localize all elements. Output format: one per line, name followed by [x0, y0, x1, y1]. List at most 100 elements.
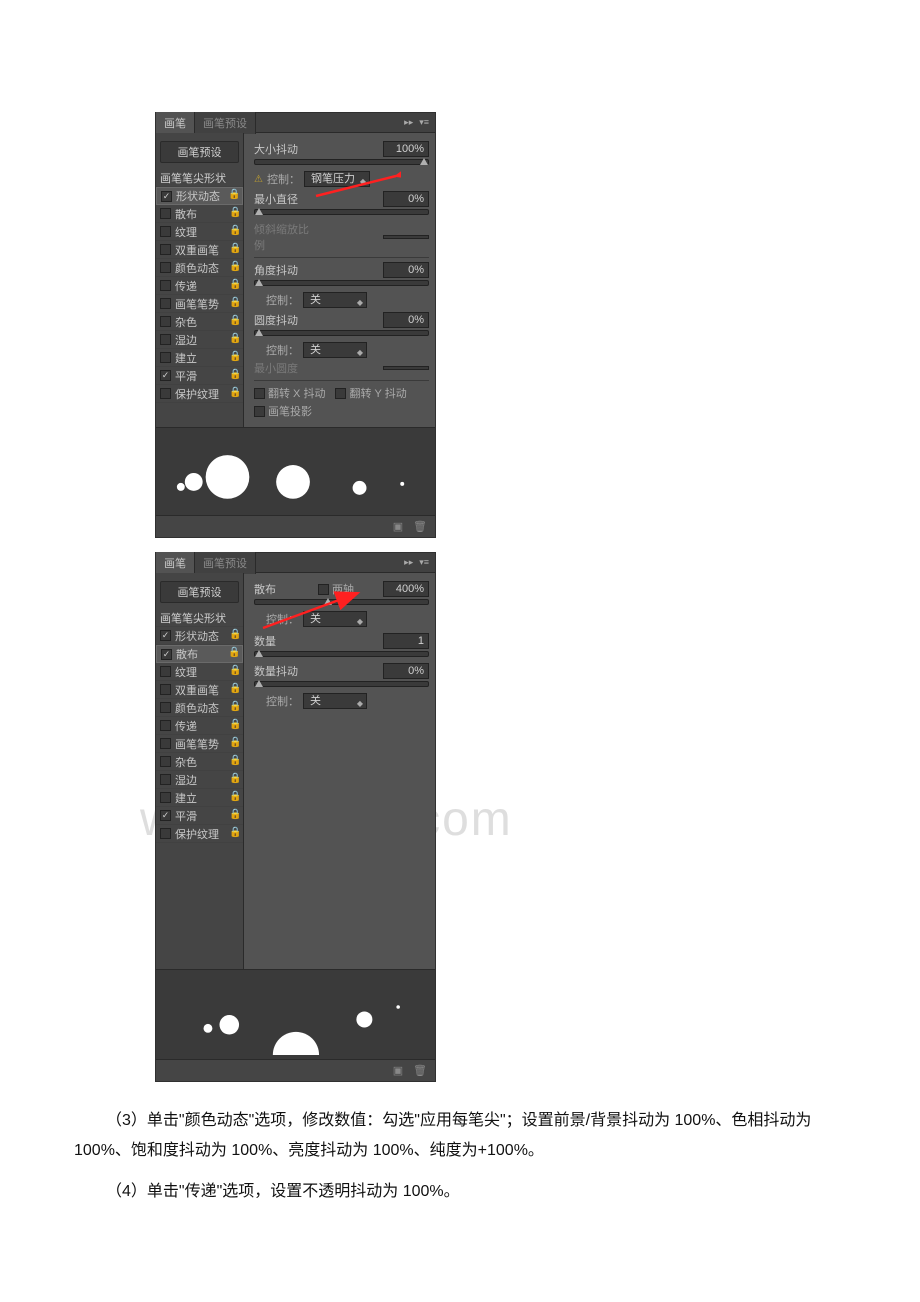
- sidebar-item-texture[interactable]: 纹理🔒: [156, 663, 243, 681]
- sidebar-item-shape-dynamics[interactable]: 形状动态 🔒: [156, 187, 243, 205]
- lock-icon[interactable]: 🔒: [229, 388, 239, 400]
- scatter-slider[interactable]: [254, 599, 429, 605]
- size-control-dropdown[interactable]: 钢笔压力◆: [304, 171, 370, 187]
- sidebar-item-transfer[interactable]: 传递🔒: [156, 717, 243, 735]
- new-preset-icon[interactable]: ▣: [391, 520, 405, 534]
- count-jitter-slider[interactable]: [254, 681, 429, 687]
- lock-icon[interactable]: 🔒: [229, 226, 239, 238]
- lock-icon[interactable]: 🔒: [229, 244, 239, 256]
- checkbox[interactable]: [160, 280, 171, 291]
- sidebar-item-dual-brush[interactable]: 双重画笔🔒: [156, 681, 243, 699]
- tab-brush-presets[interactable]: 画笔预设: [195, 552, 256, 574]
- lock-icon[interactable]: 🔒: [229, 828, 239, 840]
- lock-icon[interactable]: 🔒: [228, 648, 238, 660]
- lock-icon[interactable]: 🔒: [229, 756, 239, 768]
- angle-jitter-slider[interactable]: [254, 280, 429, 286]
- tab-brush[interactable]: 画笔: [156, 552, 195, 574]
- size-jitter-value[interactable]: 100%: [383, 141, 429, 157]
- sidebar-item-scatter[interactable]: 散布🔒: [156, 205, 243, 223]
- checkbox[interactable]: [160, 208, 171, 219]
- sidebar-item-color-dynamics[interactable]: 颜色动态🔒: [156, 259, 243, 277]
- checkbox[interactable]: [160, 684, 171, 695]
- scatter-value[interactable]: 400%: [383, 581, 429, 597]
- checkbox[interactable]: [160, 774, 171, 785]
- lock-icon[interactable]: 🔒: [229, 810, 239, 822]
- lock-icon[interactable]: 🔒: [229, 208, 239, 220]
- expand-icon[interactable]: ▸▸: [404, 117, 413, 128]
- sidebar-item-texture[interactable]: 纹理🔒: [156, 223, 243, 241]
- checkbox[interactable]: [160, 334, 171, 345]
- checkbox[interactable]: [160, 756, 171, 767]
- checkbox[interactable]: [160, 244, 171, 255]
- flip-y-checkbox[interactable]: [335, 388, 346, 399]
- sidebar-item-shape-dynamics[interactable]: 形状动态🔒: [156, 627, 243, 645]
- checkbox[interactable]: [160, 738, 171, 749]
- round-control-dropdown[interactable]: 关◆: [303, 342, 367, 358]
- angle-jitter-value[interactable]: 0%: [383, 262, 429, 278]
- checkbox[interactable]: [160, 352, 171, 363]
- sidebar-item-dual-brush[interactable]: 双重画笔🔒: [156, 241, 243, 259]
- count-jitter-value[interactable]: 0%: [383, 663, 429, 679]
- count-value[interactable]: 1: [383, 633, 429, 649]
- checkbox[interactable]: [160, 316, 171, 327]
- lock-icon[interactable]: 🔒: [228, 190, 238, 202]
- checkbox[interactable]: [161, 191, 172, 202]
- checkbox[interactable]: [160, 792, 171, 803]
- trash-icon[interactable]: 🗑: [413, 1064, 427, 1078]
- flip-x-checkbox[interactable]: [254, 388, 265, 399]
- min-diameter-slider[interactable]: [254, 209, 429, 215]
- checkbox[interactable]: [160, 702, 171, 713]
- checkbox[interactable]: [161, 649, 172, 660]
- sidebar-item-wet-edges[interactable]: 湿边🔒: [156, 331, 243, 349]
- lock-icon[interactable]: 🔒: [229, 702, 239, 714]
- checkbox[interactable]: [160, 666, 171, 677]
- lock-icon[interactable]: 🔒: [229, 352, 239, 364]
- checkbox[interactable]: [160, 630, 171, 641]
- lock-icon[interactable]: 🔒: [229, 298, 239, 310]
- sidebar-item-brush-pose[interactable]: 画笔笔势🔒: [156, 295, 243, 313]
- sidebar-item-brush-pose[interactable]: 画笔笔势🔒: [156, 735, 243, 753]
- sidebar-item-wet-edges[interactable]: 湿边🔒: [156, 771, 243, 789]
- lock-icon[interactable]: 🔒: [229, 666, 239, 678]
- tab-brush-presets[interactable]: 画笔预设: [195, 112, 256, 134]
- expand-icon[interactable]: ▸▸: [404, 557, 413, 568]
- sidebar-item-smoothing[interactable]: 平滑🔒: [156, 367, 243, 385]
- brush-tip-shape-header[interactable]: 画笔笔尖形状: [156, 169, 243, 187]
- checkbox[interactable]: [160, 226, 171, 237]
- panel-menu-icon[interactable]: ▾≡: [419, 557, 429, 568]
- size-jitter-slider[interactable]: [254, 159, 429, 165]
- sidebar-item-transfer[interactable]: 传递🔒: [156, 277, 243, 295]
- min-diameter-value[interactable]: 0%: [383, 191, 429, 207]
- lock-icon[interactable]: 🔒: [229, 792, 239, 804]
- brush-presets-button[interactable]: 画笔预设: [160, 141, 239, 163]
- count-control-dropdown[interactable]: 关◆: [303, 693, 367, 709]
- checkbox[interactable]: [160, 298, 171, 309]
- trash-icon[interactable]: 🗑: [413, 520, 427, 534]
- checkbox[interactable]: [160, 810, 171, 821]
- lock-icon[interactable]: 🔒: [229, 334, 239, 346]
- checkbox[interactable]: [160, 262, 171, 273]
- sidebar-item-noise[interactable]: 杂色🔒: [156, 753, 243, 771]
- lock-icon[interactable]: 🔒: [229, 280, 239, 292]
- brush-presets-button[interactable]: 画笔预设: [160, 581, 239, 603]
- sidebar-item-noise[interactable]: 杂色🔒: [156, 313, 243, 331]
- brush-tip-shape-header[interactable]: 画笔笔尖形状: [156, 609, 243, 627]
- count-slider[interactable]: [254, 651, 429, 657]
- checkbox[interactable]: [160, 720, 171, 731]
- checkbox[interactable]: [160, 388, 171, 399]
- lock-icon[interactable]: 🔒: [229, 316, 239, 328]
- tab-brush[interactable]: 画笔: [156, 112, 195, 134]
- lock-icon[interactable]: 🔒: [229, 774, 239, 786]
- lock-icon[interactable]: 🔒: [229, 720, 239, 732]
- checkbox[interactable]: [160, 370, 171, 381]
- lock-icon[interactable]: 🔒: [229, 262, 239, 274]
- round-jitter-value[interactable]: 0%: [383, 312, 429, 328]
- lock-icon[interactable]: 🔒: [229, 630, 239, 642]
- sidebar-item-build-up[interactable]: 建立🔒: [156, 789, 243, 807]
- angle-control-dropdown[interactable]: 关◆: [303, 292, 367, 308]
- new-preset-icon[interactable]: ▣: [391, 1064, 405, 1078]
- scatter-control-dropdown[interactable]: 关◆: [303, 611, 367, 627]
- lock-icon[interactable]: 🔒: [229, 370, 239, 382]
- checkbox[interactable]: [160, 828, 171, 839]
- lock-icon[interactable]: 🔒: [229, 684, 239, 696]
